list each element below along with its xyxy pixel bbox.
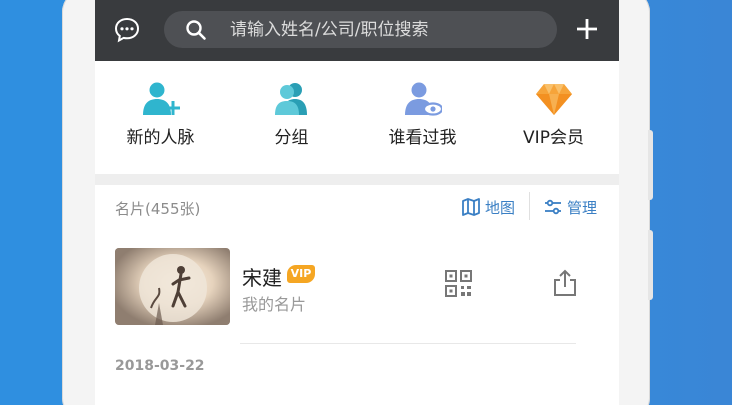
manage-label: 管理 — [567, 198, 598, 217]
add-icon[interactable] — [575, 17, 599, 41]
action-label: 分组 — [274, 128, 309, 148]
group-icon — [275, 83, 307, 115]
chat-bubble-icon[interactable] — [113, 16, 141, 44]
map-button[interactable]: 地图 — [462, 196, 515, 218]
card-photo — [115, 248, 230, 325]
card-subtitle: 我的名片 — [242, 295, 307, 314]
manage-button[interactable]: 管理 — [544, 196, 597, 218]
share-icon[interactable] — [553, 269, 577, 297]
action-label: 新的人脉 — [126, 128, 195, 148]
action-who-viewed-me[interactable]: 谁看过我 — [357, 61, 488, 174]
action-label: VIP会员 — [523, 128, 584, 148]
settings-sliders-icon — [545, 199, 561, 215]
section-divider — [95, 174, 619, 185]
action-groups[interactable]: 分组 — [226, 61, 357, 174]
action-label: 谁看过我 — [388, 128, 457, 148]
app-screen: 新的人脉 分组 谁看过我 — [95, 0, 619, 405]
search-input[interactable] — [230, 17, 540, 43]
map-label: 地图 — [485, 198, 516, 217]
header-separator — [529, 192, 530, 220]
phone-side-button — [648, 130, 653, 200]
person-add-icon — [143, 82, 180, 115]
phone-side-button — [648, 230, 653, 300]
action-vip-membership[interactable]: VIP会员 — [488, 61, 619, 174]
top-bar — [95, 0, 619, 61]
diamond-icon — [536, 84, 572, 115]
search-bar[interactable] — [164, 11, 557, 48]
my-card-row[interactable]: 宋建 VIP 我的名片 — [95, 229, 619, 349]
qr-code-icon[interactable] — [445, 270, 472, 297]
quick-actions: 新的人脉 分组 谁看过我 VIP会员 — [95, 61, 619, 174]
map-icon — [462, 198, 480, 216]
card-count: 名片(455张) — [115, 200, 201, 218]
viewer-icon — [405, 82, 442, 116]
date-label: 2018-03-22 — [115, 358, 205, 374]
search-icon — [186, 20, 206, 40]
vip-badge: VIP — [287, 265, 315, 283]
card-name: 宋建 — [242, 266, 282, 290]
row-divider — [240, 343, 576, 344]
cards-header: 名片(455张) 地图 管理 — [95, 185, 619, 229]
action-new-contacts[interactable]: 新的人脉 — [95, 61, 226, 174]
